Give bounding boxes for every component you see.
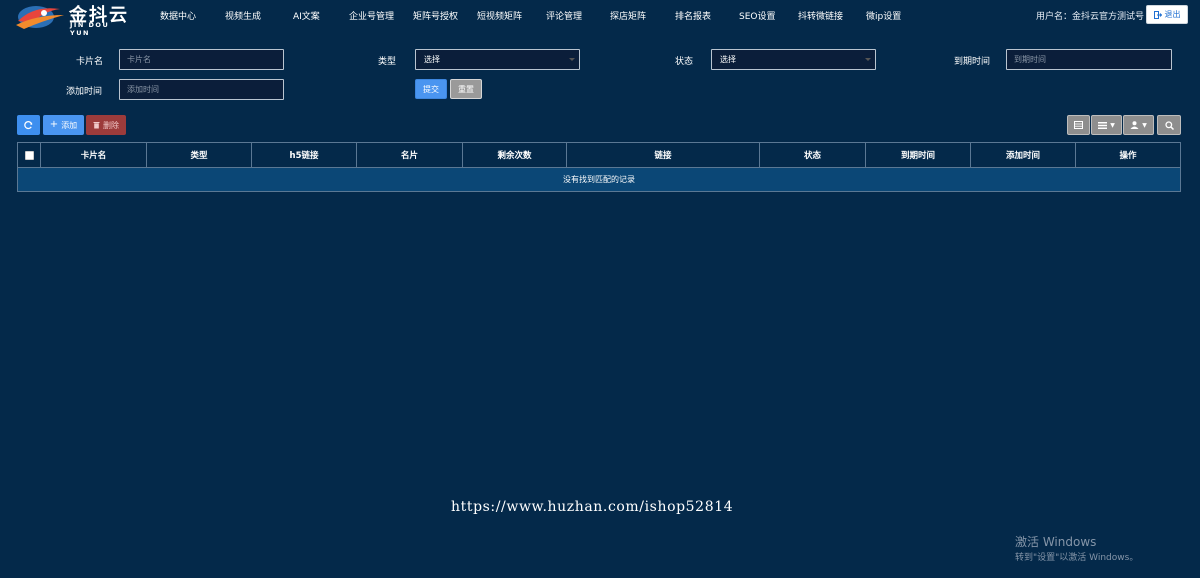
refresh-button[interactable] xyxy=(17,115,40,135)
watermark-url: https://www.huzhan.com/ishop52814 xyxy=(451,499,734,515)
nav-item-enterprise-accounts[interactable]: 企业号管理 xyxy=(349,9,394,22)
logo-mark-icon xyxy=(14,1,66,31)
logout-button[interactable]: 退出 xyxy=(1146,5,1188,24)
status-select-value: 选择 xyxy=(720,55,736,64)
top-navbar: 金抖云 JIN DOU YUN 数据中心 视频生成 AI文案 企业号管理 矩阵号… xyxy=(0,0,1200,37)
add-label: 添加 xyxy=(61,120,78,130)
type-select-value: 选择 xyxy=(424,55,440,64)
columns-dropdown-button[interactable]: ▼ xyxy=(1091,115,1122,135)
select-all-checkbox[interactable] xyxy=(24,150,34,160)
submit-label: 提交 xyxy=(423,84,439,94)
trash-icon xyxy=(93,121,100,129)
table-icon xyxy=(1074,121,1083,129)
select-all-cell xyxy=(18,143,41,167)
added-time-label: 添加时间 xyxy=(66,87,103,97)
chevron-down-icon xyxy=(569,58,575,61)
windows-activation-subtitle: 转到"设置"以激活 Windows。 xyxy=(1015,553,1139,563)
toggle-view-button[interactable] xyxy=(1067,115,1090,135)
added-time-input[interactable] xyxy=(119,79,284,100)
table-header-row: 卡片名 类型 h5链接 名片 剩余次数 链接 状态 到期时间 添加时间 操作 xyxy=(18,143,1180,168)
nav-item-store-visit-matrix[interactable]: 探店矩阵 xyxy=(610,9,646,22)
refresh-icon xyxy=(24,120,33,130)
logout-label: 退出 xyxy=(1164,10,1181,19)
cards-table: 卡片名 类型 h5链接 名片 剩余次数 链接 状态 到期时间 添加时间 操作 没… xyxy=(17,142,1181,192)
add-button[interactable]: + 添加 xyxy=(43,115,84,135)
username-label: 用户名：金抖云官方测试号 xyxy=(1036,12,1145,22)
delete-button[interactable]: 删除 xyxy=(86,115,126,135)
search-icon xyxy=(1164,120,1174,130)
status-select[interactable]: 选择 xyxy=(711,49,876,70)
column-header-type[interactable]: 类型 xyxy=(147,143,252,167)
brand-logo[interactable]: 金抖云 JIN DOU YUN xyxy=(14,1,132,37)
submit-button[interactable]: 提交 xyxy=(415,79,447,99)
user-icon xyxy=(1130,121,1139,129)
caret-down-icon: ▼ xyxy=(1110,121,1115,129)
nav-item-matrix-auth[interactable]: 矩阵号授权 xyxy=(413,9,458,22)
expire-time-input[interactable] xyxy=(1006,49,1172,70)
delete-label: 删除 xyxy=(103,120,119,130)
search-toggle-button[interactable] xyxy=(1157,115,1181,135)
card-name-label: 卡片名 xyxy=(76,57,104,67)
nav-item-comment-management[interactable]: 评论管理 xyxy=(546,9,582,22)
column-header-expire-time[interactable]: 到期时间 xyxy=(866,143,971,167)
brand-subtitle: JIN DOU YUN xyxy=(70,21,110,37)
expire-time-label: 到期时间 xyxy=(954,57,991,67)
type-select[interactable]: 选择 xyxy=(415,49,580,70)
empty-table-message: 没有找到匹配的记录 xyxy=(18,168,1180,191)
column-header-added-time[interactable]: 添加时间 xyxy=(971,143,1076,167)
column-header-status[interactable]: 状态 xyxy=(760,143,866,167)
column-header-h5-link[interactable]: h5链接 xyxy=(252,143,357,167)
caret-down-icon: ▼ xyxy=(1142,121,1147,129)
reset-button[interactable]: 重置 xyxy=(450,79,482,99)
nav-item-wei-ip-settings[interactable]: 微ip设置 xyxy=(866,9,901,22)
column-header-card[interactable]: 名片 xyxy=(357,143,463,167)
export-dropdown-button[interactable]: ▼ xyxy=(1123,115,1154,135)
windows-activation-title: 激活 Windows xyxy=(1015,535,1097,549)
status-label: 状态 xyxy=(675,57,694,67)
card-name-input[interactable] xyxy=(119,49,284,70)
plus-icon: + xyxy=(49,119,59,130)
nav-item-ranking-report[interactable]: 排名报表 xyxy=(675,9,711,22)
column-header-card-name[interactable]: 卡片名 xyxy=(41,143,147,167)
type-label: 类型 xyxy=(378,57,397,67)
reset-label: 重置 xyxy=(458,84,474,94)
nav-item-ai-copy[interactable]: AI文案 xyxy=(293,9,320,22)
nav-item-douyin-wechat-link[interactable]: 抖转微链接 xyxy=(798,9,843,22)
nav-item-video-generate[interactable]: 视频生成 xyxy=(225,9,261,22)
chevron-down-icon xyxy=(865,58,871,61)
column-header-link[interactable]: 链接 xyxy=(567,143,760,167)
list-icon xyxy=(1098,121,1108,129)
column-header-actions: 操作 xyxy=(1119,151,1137,161)
column-header-remaining-count[interactable]: 剩余次数 xyxy=(463,143,567,167)
nav-item-seo-settings[interactable]: SEO设置 xyxy=(739,9,775,22)
nav-item-short-video-matrix[interactable]: 短视频矩阵 xyxy=(477,9,522,22)
nav-item-data-center[interactable]: 数据中心 xyxy=(160,9,196,22)
logout-icon xyxy=(1153,10,1162,19)
